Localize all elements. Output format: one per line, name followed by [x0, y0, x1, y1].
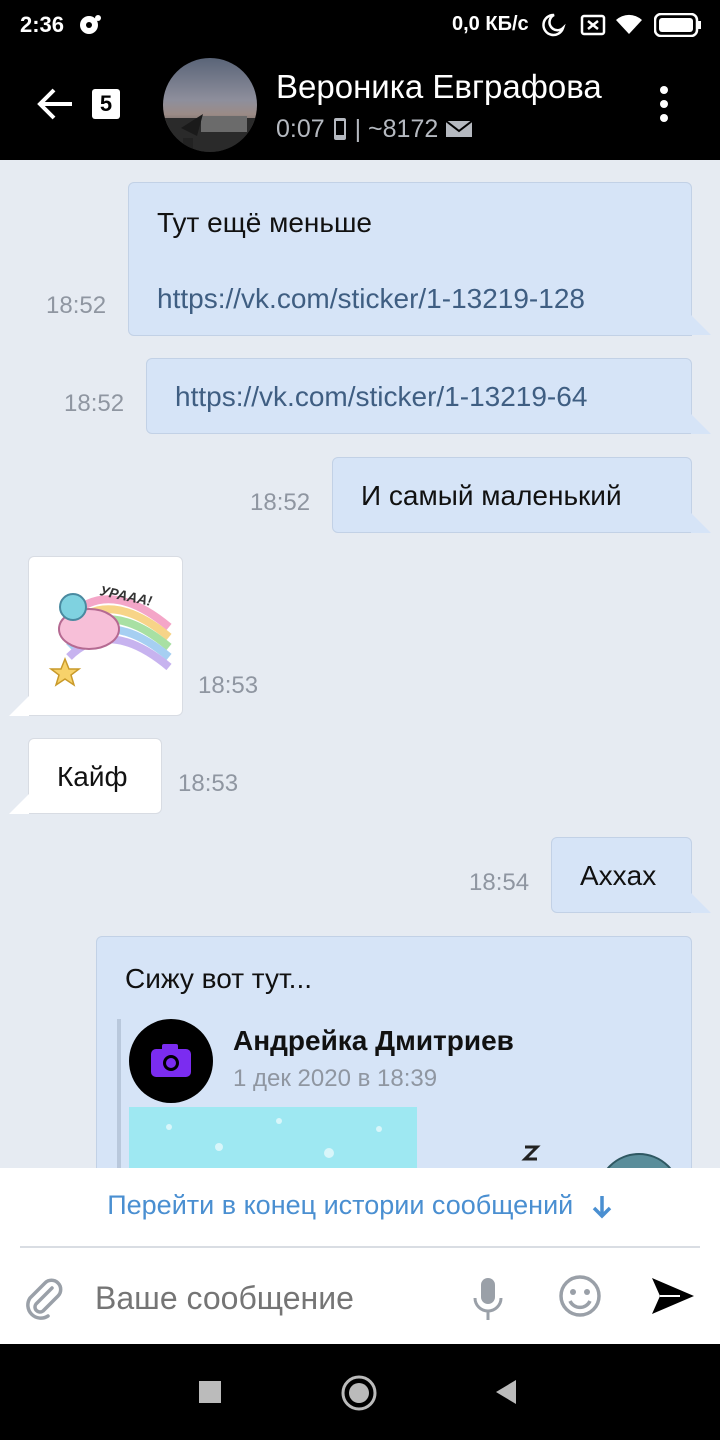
repost-author[interactable]: Андрейка Дмитриев — [233, 1025, 514, 1057]
battery-icon — [654, 13, 701, 37]
network-speed: 0,0 КБ/с — [452, 13, 529, 35]
avatar-photo — [163, 114, 257, 152]
message-text: Кайф — [57, 761, 128, 792]
message-bubble-incoming[interactable]: Кайф — [28, 738, 162, 814]
chat-header: 5 Вероника Евграфова 0:07 | ~8172 — [0, 52, 720, 160]
status-bar: 2:36 0,0 КБ/с — [0, 0, 720, 52]
repost-avatar[interactable] — [129, 1019, 213, 1103]
phone-icon — [333, 118, 346, 141]
wifi-icon — [616, 14, 642, 34]
last-seen: 0:07 — [276, 114, 325, 143]
composer-panel: Перейти в конец истории сообщений — [0, 1168, 720, 1344]
sleep-z-icon — [521, 1145, 541, 1161]
bubble-tail — [691, 315, 711, 335]
message-text: Тут ещё меньше — [157, 207, 373, 238]
microphone-icon[interactable] — [472, 1276, 504, 1322]
contact-subtitle: 0:07 | ~8172 — [276, 114, 473, 144]
moon-icon — [542, 13, 565, 37]
message-bubble-incoming-sticker[interactable]: УРААА! — [28, 556, 183, 716]
more-options-icon[interactable] — [650, 82, 678, 126]
system-nav-bar — [0, 1344, 720, 1440]
sim-icon — [580, 14, 606, 36]
message-bubble-outgoing[interactable]: Ахxах — [551, 837, 692, 913]
message-id: ~8172 — [368, 114, 439, 143]
unread-badge: 5 — [92, 89, 120, 119]
message-time: 18:52 — [250, 489, 311, 516]
jump-to-end-button[interactable]: Перейти в конец истории сообщений — [0, 1190, 720, 1221]
camera-icon — [151, 1044, 191, 1077]
sticker-unicorn: УРААА! — [48, 582, 172, 687]
subtitle-separator: | — [354, 114, 362, 143]
message-bubble-outgoing[interactable]: Тут ещё меньше https://vk.com/sticker/1-… — [128, 182, 692, 336]
message-text: И самый маленький — [361, 480, 622, 511]
message-bubble-repost[interactable]: Сижу вот тут... Андрейка Дмитриев 1 дек … — [96, 936, 692, 1168]
message-bubble-outgoing[interactable]: https://vk.com/sticker/1-13219-64 — [146, 358, 692, 434]
recents-square-icon[interactable] — [198, 1380, 222, 1404]
message-input[interactable] — [95, 1280, 445, 1317]
message-text: Сижу вот тут... — [125, 963, 313, 994]
message-time: 18:53 — [198, 672, 259, 699]
repost-image-creature — [597, 1153, 681, 1168]
back-triangle-icon[interactable] — [494, 1378, 518, 1406]
message-list[interactable]: Тут ещё меньше https://vk.com/sticker/1-… — [0, 160, 720, 1168]
jump-to-end-label: Перейти в конец истории сообщений — [107, 1190, 574, 1220]
bubble-tail — [9, 794, 29, 814]
repost-image-pattern — [166, 1118, 382, 1158]
back-arrow-icon[interactable] — [34, 82, 78, 126]
envelope-icon — [445, 120, 473, 138]
message-link[interactable]: https://vk.com/sticker/1-13219-128 — [157, 283, 585, 315]
bubble-tail — [9, 696, 29, 716]
contact-name[interactable]: Вероника Евграфова — [276, 68, 608, 106]
bubble-tail — [691, 414, 711, 434]
repost-image[interactable] — [129, 1107, 417, 1168]
avatar[interactable] — [163, 58, 257, 152]
home-circle-icon[interactable] — [340, 1374, 378, 1412]
message-time: 18:53 — [178, 770, 239, 797]
divider — [20, 1246, 700, 1248]
repost-quote-bar — [117, 1019, 121, 1168]
send-icon[interactable] — [650, 1276, 696, 1316]
status-time: 2:36 — [20, 12, 65, 37]
arrow-down-icon — [592, 1195, 612, 1219]
bubble-tail — [691, 513, 711, 533]
message-link[interactable]: https://vk.com/sticker/1-13219-64 — [175, 381, 587, 413]
message-bubble-outgoing[interactable]: И самый маленький — [332, 457, 692, 533]
paperclip-icon[interactable] — [22, 1276, 66, 1320]
messenger-icon — [80, 15, 101, 34]
bubble-tail — [691, 893, 711, 913]
message-time: 18:52 — [64, 390, 125, 417]
message-time: 18:54 — [469, 869, 530, 896]
message-time: 18:52 — [46, 292, 107, 319]
message-text: Ахxах — [580, 860, 657, 891]
emoji-icon[interactable] — [558, 1274, 602, 1318]
repost-date: 1 дек 2020 в 18:39 — [233, 1065, 438, 1092]
